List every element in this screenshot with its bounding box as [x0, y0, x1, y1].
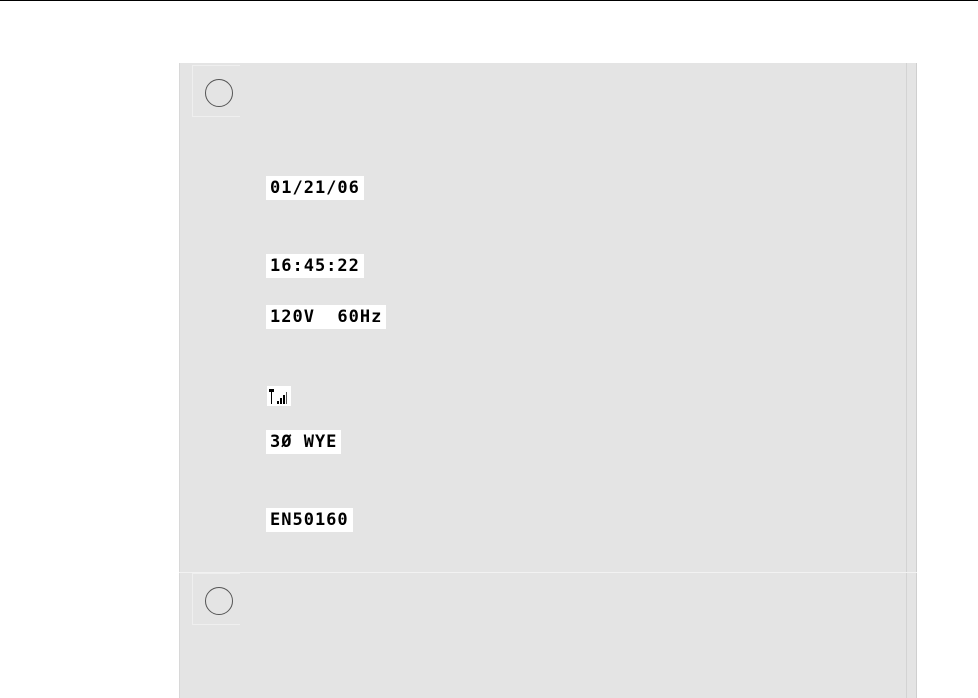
procedure-panel: 01/21/06 16:45:22 120V 60Hz 3Ø WYE EN501…	[179, 63, 917, 698]
lcd-date-readout: 01/21/06	[266, 176, 364, 200]
lcd-limits-readout: EN50160	[266, 508, 353, 532]
lcd-time-readout: 16:45:22	[266, 254, 364, 278]
signal-bar	[286, 392, 287, 404]
lcd-wiring-config-readout: 3Ø WYE	[266, 430, 342, 454]
step-divider	[179, 572, 917, 573]
signal-bar	[280, 398, 282, 404]
panel-inner-rule	[906, 63, 907, 698]
header-rule	[0, 0, 978, 1]
manual-page: 01/21/06 16:45:22 120V 60Hz 3Ø WYE EN501…	[0, 0, 978, 698]
step-2-circle-icon	[205, 587, 233, 615]
step-1-circle-icon	[205, 79, 233, 107]
signal-bar	[277, 401, 279, 404]
antenna-icon	[269, 389, 274, 404]
step-2-marker	[192, 573, 240, 625]
signal-strength-icon	[267, 386, 291, 406]
signal-bar	[283, 395, 285, 404]
lcd-nominal-supply-readout: 120V 60Hz	[266, 305, 387, 329]
step-1-marker	[192, 65, 240, 117]
